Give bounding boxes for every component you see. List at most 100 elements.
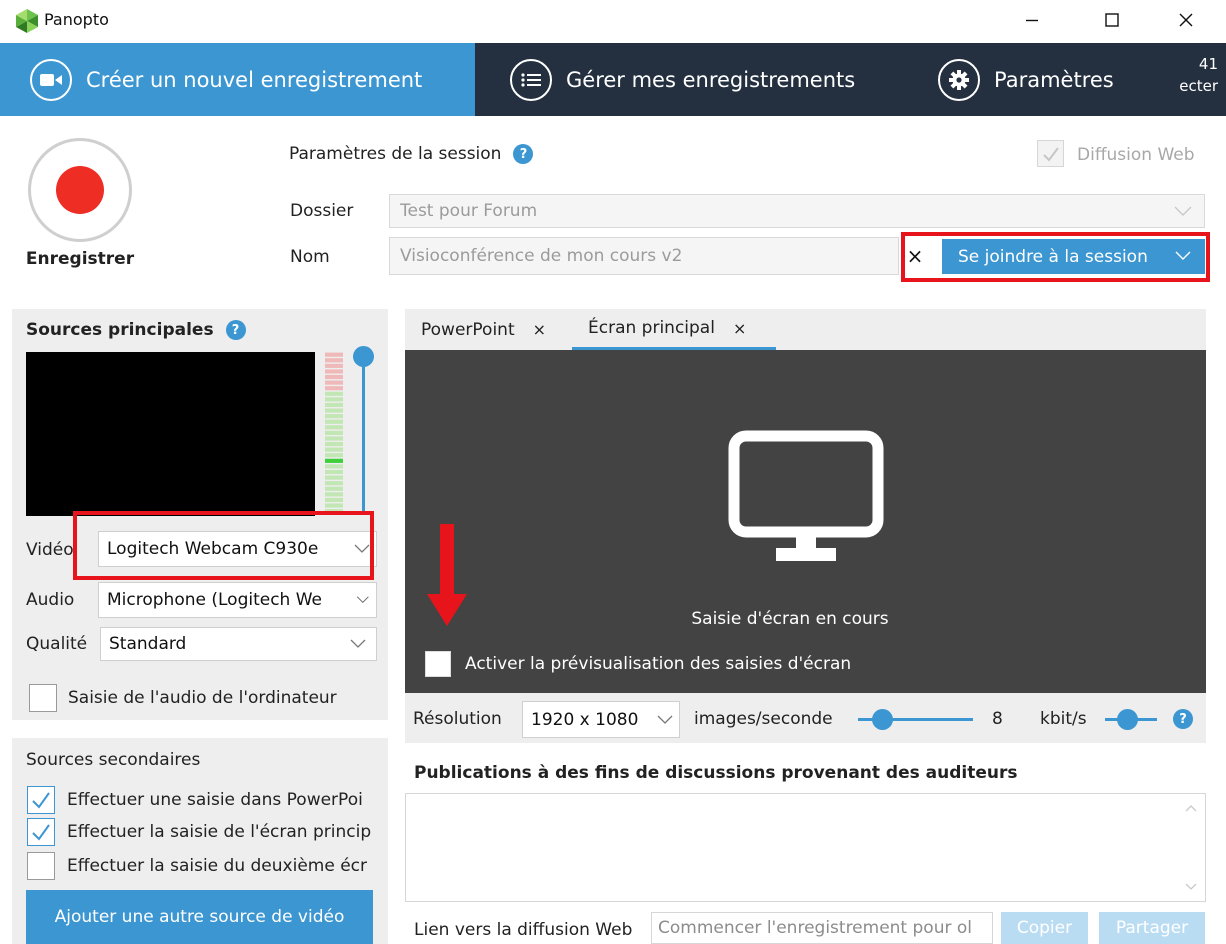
level-meter-segment: [325, 358, 343, 363]
bitrate-slider-thumb[interactable]: [1117, 709, 1138, 730]
level-meter-segment: [325, 492, 343, 497]
level-meter-segment: [325, 486, 343, 491]
level-meter-segment: [325, 425, 343, 430]
tab-powerpoint[interactable]: PowerPoint ×: [405, 309, 572, 350]
discussion-textarea[interactable]: [405, 793, 1206, 902]
window-title: Panopto: [44, 10, 109, 29]
fps-slider-thumb[interactable]: [872, 709, 893, 730]
resolution-select[interactable]: 1920 x 1080: [522, 701, 680, 738]
system-audio-checkbox[interactable]: [29, 684, 57, 712]
share-button[interactable]: Partager: [1099, 912, 1205, 944]
video-label: Vidéo: [26, 540, 74, 560]
web-link-input[interactable]: Commencer l'enregistrement pour ol: [651, 912, 993, 944]
chevron-down-icon: [657, 715, 673, 724]
checkmark-icon: [1042, 146, 1059, 162]
main-screen-capture-checkbox[interactable]: [27, 818, 55, 846]
level-meter-segment: [325, 436, 343, 441]
record-label: Enregistrer: [25, 249, 135, 269]
level-meter-segment: [325, 481, 343, 486]
chevron-down-icon: [350, 639, 366, 648]
tab-settings[interactable]: Paramètres: [938, 43, 1178, 116]
secondary-item-label: Effectuer la saisie de l'écran princip: [67, 822, 372, 842]
monitor-icon: [728, 430, 884, 561]
level-meter-segment: [325, 453, 343, 458]
level-meter-segment: [325, 352, 343, 357]
web-broadcast-label: Diffusion Web: [1077, 145, 1195, 165]
level-meter-segment: [325, 402, 343, 408]
level-meter-segment: [325, 414, 343, 419]
tab-manage-recordings[interactable]: Gérer mes enregistrements: [510, 43, 930, 116]
level-meter-segment: [325, 441, 343, 447]
secondary-item-label: Effectuer une saisie dans PowerPoi: [67, 790, 363, 810]
audio-label: Audio: [26, 590, 75, 610]
help-icon[interactable]: ?: [225, 320, 246, 340]
close-icon: [1179, 13, 1193, 27]
level-meter-segment: [325, 408, 343, 413]
help-icon[interactable]: ?: [513, 144, 534, 164]
quality-label: Qualité: [26, 634, 88, 654]
discussion-title: Publications à des fins de discussions p…: [414, 763, 1018, 783]
audio-level-meter: [325, 352, 343, 514]
nav-clipped-line-2: ecter: [1179, 77, 1218, 95]
folder-select[interactable]: Test pour Forum: [389, 194, 1205, 228]
level-meter-segment: [325, 386, 343, 391]
checkmark-icon: [32, 824, 50, 841]
scroll-down-icon[interactable]: [1185, 883, 1197, 891]
primary-sources-label: Sources principales: [26, 320, 214, 340]
tab-powerpoint-label: PowerPoint: [421, 319, 515, 340]
enable-preview-checkbox[interactable]: [425, 651, 451, 677]
annotation-highlight-box: [73, 511, 374, 580]
tab-main-screen[interactable]: Écran principal ×: [572, 309, 776, 350]
web-broadcast-checkbox[interactable]: [1037, 140, 1064, 167]
volume-slider-thumb[interactable]: [353, 346, 374, 367]
list-icon: [510, 58, 552, 101]
web-link-placeholder: Commencer l'enregistrement pour ol: [658, 918, 972, 938]
session-name-value: Visioconférence de mon cours v2: [400, 246, 683, 266]
add-video-source-button[interactable]: Ajouter une autre source de vidéo: [26, 890, 373, 944]
level-meter-segment: [325, 380, 343, 385]
copy-button[interactable]: Copier: [1001, 912, 1088, 944]
powerpoint-capture-checkbox[interactable]: [27, 786, 55, 814]
level-meter-segment: [325, 363, 343, 368]
resolution-label: Résolution: [413, 709, 502, 729]
secondary-sources-title: Sources secondaires: [26, 750, 201, 770]
level-meter-segment: [325, 447, 343, 452]
level-meter-segment: [325, 497, 343, 503]
minimize-button[interactable]: [1004, 4, 1060, 36]
record-dot-icon[interactable]: [56, 166, 104, 214]
scroll-up-icon[interactable]: [1185, 804, 1197, 812]
fps-value: 8: [992, 709, 1003, 729]
primary-sources-title: Sources principales ?: [26, 320, 246, 340]
fps-label: images/seconde: [694, 709, 833, 729]
level-meter-segment: [325, 458, 343, 463]
close-tab-icon[interactable]: ×: [533, 320, 546, 339]
maximize-button[interactable]: [1084, 4, 1140, 36]
tab-manage-label: Gérer mes enregistrements: [566, 67, 856, 92]
volume-slider-track[interactable]: [362, 357, 365, 515]
name-label: Nom: [290, 247, 330, 267]
session-params-title: Paramètres de la session ?: [289, 144, 534, 164]
close-tab-icon[interactable]: ×: [733, 319, 746, 338]
level-meter-segment: [325, 503, 343, 508]
checkmark-icon: [32, 792, 50, 809]
level-meter-segment: [325, 369, 343, 374]
nav-clipped-item[interactable]: 41 ecter: [1158, 43, 1226, 116]
video-preview: [26, 352, 315, 516]
help-icon[interactable]: ?: [1173, 709, 1193, 729]
chevron-down-icon: [350, 595, 370, 605]
resolution-value: 1920 x 1080: [531, 709, 639, 730]
quality-select[interactable]: Standard: [100, 627, 377, 661]
folder-label: Dossier: [290, 201, 354, 221]
level-meter-segment: [325, 374, 343, 380]
chevron-down-icon: [1174, 206, 1192, 216]
close-window-button[interactable]: [1158, 4, 1214, 36]
enable-preview-label: Activer la prévisualisation des saisies …: [465, 654, 852, 674]
second-screen-capture-checkbox[interactable]: [27, 852, 55, 880]
audio-source-select[interactable]: Microphone (Logitech We: [98, 582, 377, 618]
tab-create-recording[interactable]: Créer un nouvel enregistrement: [0, 43, 475, 116]
gear-icon: [938, 58, 980, 101]
nav-clipped-line-1: 41: [1198, 55, 1218, 73]
session-name-input[interactable]: Visioconférence de mon cours v2: [389, 237, 899, 275]
capture-status-text: Saisie d'écran en cours: [691, 609, 889, 629]
panopto-logo-icon: [16, 9, 38, 33]
